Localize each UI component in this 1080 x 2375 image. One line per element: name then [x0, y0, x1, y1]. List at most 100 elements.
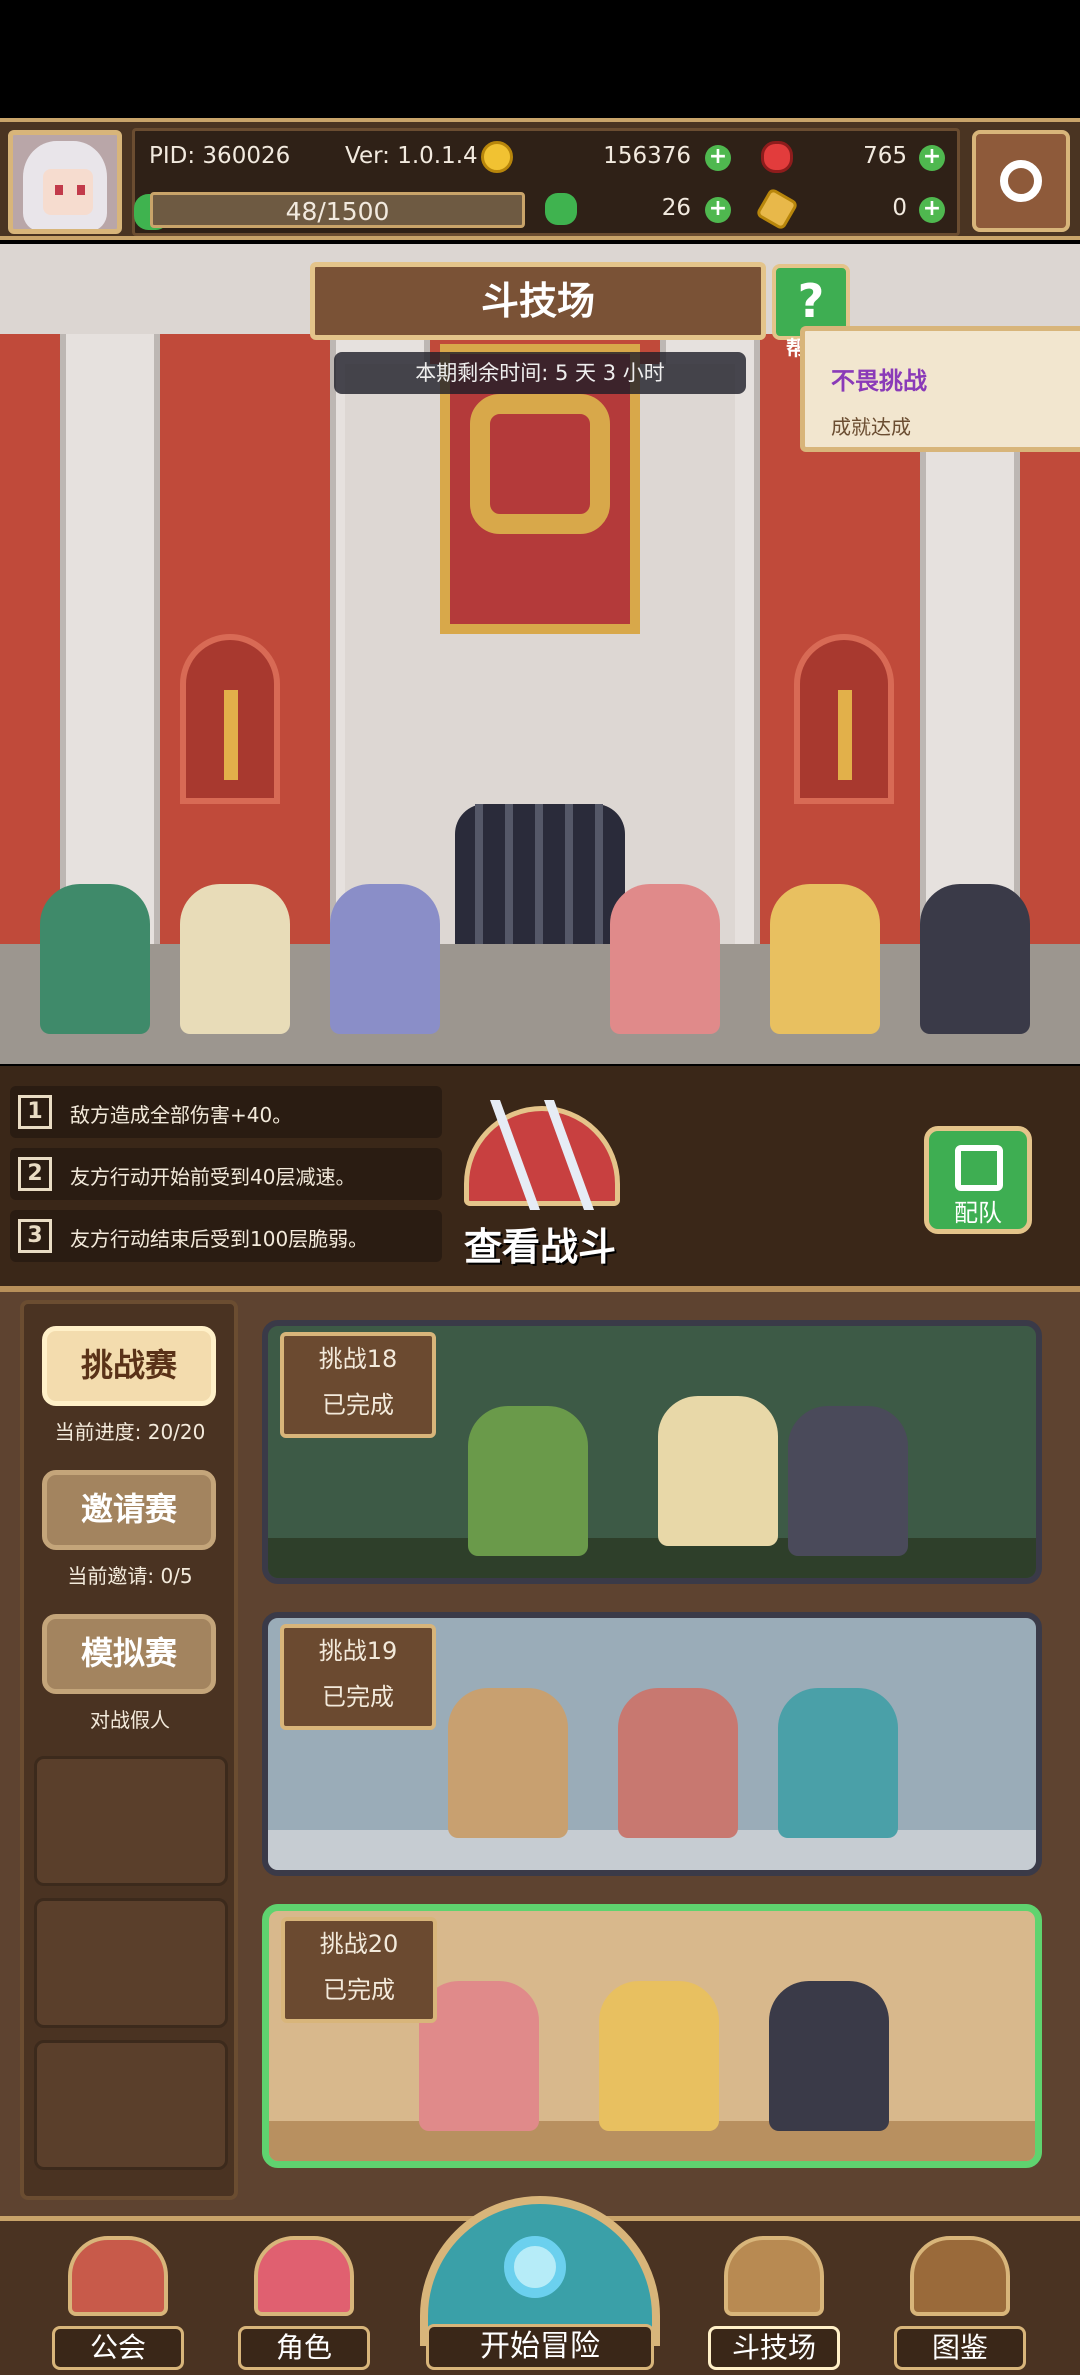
- modifier-row: 1 敌方造成全部伤害+40。: [10, 1086, 442, 1138]
- challenge-status: 已完成: [323, 1976, 395, 2004]
- modifier-number: 3: [18, 1219, 52, 1253]
- wall-niche: [180, 634, 280, 804]
- enemy-character: [770, 884, 880, 1034]
- stamina-value: 48/1500: [285, 197, 390, 226]
- nav-codex[interactable]: 图鉴: [894, 2226, 1026, 2370]
- key-count: 0: [892, 195, 907, 221]
- challenge-title: 挑战20: [319, 1930, 399, 1958]
- modifier-row: 3 友方行动结束后受到100层脆弱。: [10, 1210, 442, 1262]
- challenge-card-20[interactable]: 挑战20 已完成: [262, 1904, 1042, 2168]
- guild-icon: [68, 2236, 168, 2316]
- view-battle-label: 查看战斗: [463, 1225, 616, 1269]
- nav-characters[interactable]: 角色: [238, 2226, 370, 2370]
- crossed-swords-icon: [724, 2236, 824, 2316]
- settings-button[interactable]: [972, 130, 1070, 232]
- challenge-status: 已完成: [322, 1683, 394, 1711]
- add-coins-button[interactable]: +: [705, 145, 731, 171]
- wall-niche: [794, 634, 894, 804]
- add-keys-button[interactable]: +: [919, 197, 945, 223]
- challenge-badge: 挑战20 已完成: [281, 1917, 437, 2023]
- coin-count: 156376: [603, 143, 691, 169]
- modifier-number: 2: [18, 1157, 52, 1191]
- enemy-character: [610, 884, 720, 1034]
- ally-character: [180, 884, 290, 1034]
- view-battle-button[interactable]: 查看战斗: [440, 1096, 640, 1269]
- player-avatar[interactable]: [8, 130, 122, 234]
- challenge-title: 挑战18: [318, 1345, 398, 1373]
- sword-icon: [224, 690, 238, 780]
- enemy-character: [658, 1396, 778, 1546]
- enemy-character: [778, 1688, 898, 1838]
- invitation-count: 当前邀请: 0/5: [67, 1564, 193, 1588]
- top-hud: PID: 360026 Ver: 1.0.1.4 156376 + 765 + …: [0, 118, 1080, 240]
- arena-floor: [0, 944, 1080, 1064]
- arena-title-plate: 斗技场: [310, 262, 766, 340]
- banner-emblem: [470, 394, 610, 534]
- stamina-bar: 48/1500: [150, 192, 525, 228]
- pillar: [60, 334, 160, 974]
- team-icon: [955, 1145, 1003, 1191]
- sword-icon: [838, 690, 852, 780]
- ally-character: [40, 884, 150, 1034]
- clover-icon: [545, 193, 577, 225]
- challenge-progress: 当前进度: 20/20: [54, 1420, 206, 1444]
- add-clovers-button[interactable]: +: [705, 197, 731, 223]
- achievement-status: 成就达成: [831, 415, 911, 439]
- gear-icon: [1000, 160, 1042, 202]
- enemy-character: [468, 1406, 588, 1556]
- enemy-character: [448, 1688, 568, 1838]
- empty-mode-slot: [34, 1898, 228, 2028]
- modifier-text: 友方行动结束后受到100层脆弱。: [70, 1227, 369, 1251]
- key-icon: [755, 187, 799, 231]
- nav-start-adventure[interactable]: 开始冒险: [420, 2196, 660, 2375]
- nav-guild[interactable]: 公会: [52, 2226, 184, 2370]
- enemy-character: [920, 884, 1030, 1034]
- season-timer: 本期剩余时间: 5 天 3 小时: [334, 352, 746, 394]
- nav-guild-label: 公会: [52, 2326, 184, 2370]
- achievement-toast: 不畏挑战 成就达成: [800, 326, 1080, 452]
- nav-codex-label: 图鉴: [894, 2326, 1026, 2370]
- nav-characters-label: 角色: [238, 2326, 370, 2370]
- team-setup-button[interactable]: 配队: [924, 1126, 1032, 1234]
- book-icon: [910, 2236, 1010, 2316]
- gem-icon: [761, 141, 793, 173]
- empty-mode-slot: [34, 1756, 228, 1886]
- avatar-face: [43, 169, 93, 215]
- challenge-card-19[interactable]: 挑战19 已完成: [262, 1612, 1042, 1876]
- add-gems-button[interactable]: +: [919, 145, 945, 171]
- mode-invitational-button[interactable]: 邀请赛: [42, 1470, 216, 1550]
- challenge-badge: 挑战19 已完成: [280, 1624, 436, 1730]
- team-setup-label: 配队: [954, 1199, 1002, 1227]
- enemy-character: [769, 1981, 889, 2131]
- achievement-name: 不畏挑战: [831, 367, 927, 395]
- enemy-character: [618, 1688, 738, 1838]
- challenge-card-18[interactable]: 挑战18 已完成: [262, 1320, 1042, 1584]
- nav-start-label: 开始冒险: [426, 2324, 654, 2370]
- player-id: PID: 360026: [149, 143, 291, 169]
- modifier-text: 敌方造成全部伤害+40。: [70, 1103, 293, 1127]
- coin-icon: [481, 141, 513, 173]
- challenge-status: 已完成: [322, 1391, 394, 1419]
- magnifier-icon: [504, 2236, 566, 2298]
- card-ground: [268, 1538, 1036, 1578]
- avatar-eye: [55, 185, 63, 195]
- gem-count: 765: [863, 143, 907, 169]
- empty-mode-slot: [34, 2040, 228, 2170]
- status-bar: [0, 0, 1080, 118]
- challenge-badge: 挑战18 已完成: [280, 1332, 436, 1438]
- modifier-number: 1: [18, 1095, 52, 1129]
- enemy-character: [419, 1981, 539, 2131]
- mode-challenge-button[interactable]: 挑战赛: [42, 1326, 216, 1406]
- clover-count: 26: [661, 195, 691, 221]
- enemy-character: [788, 1406, 908, 1556]
- character-icon: [254, 2236, 354, 2316]
- modifier-text: 友方行动开始前受到40层减速。: [70, 1165, 356, 1189]
- page-title: 斗技场: [480, 279, 595, 323]
- ally-character: [330, 884, 440, 1034]
- mode-simulation-button[interactable]: 模拟赛: [42, 1614, 216, 1694]
- challenge-title: 挑战19: [318, 1637, 398, 1665]
- nav-arena[interactable]: 斗技场: [708, 2226, 840, 2370]
- enemy-character: [599, 1981, 719, 2131]
- avatar-eye: [77, 185, 85, 195]
- nav-arena-label: 斗技场: [708, 2326, 840, 2370]
